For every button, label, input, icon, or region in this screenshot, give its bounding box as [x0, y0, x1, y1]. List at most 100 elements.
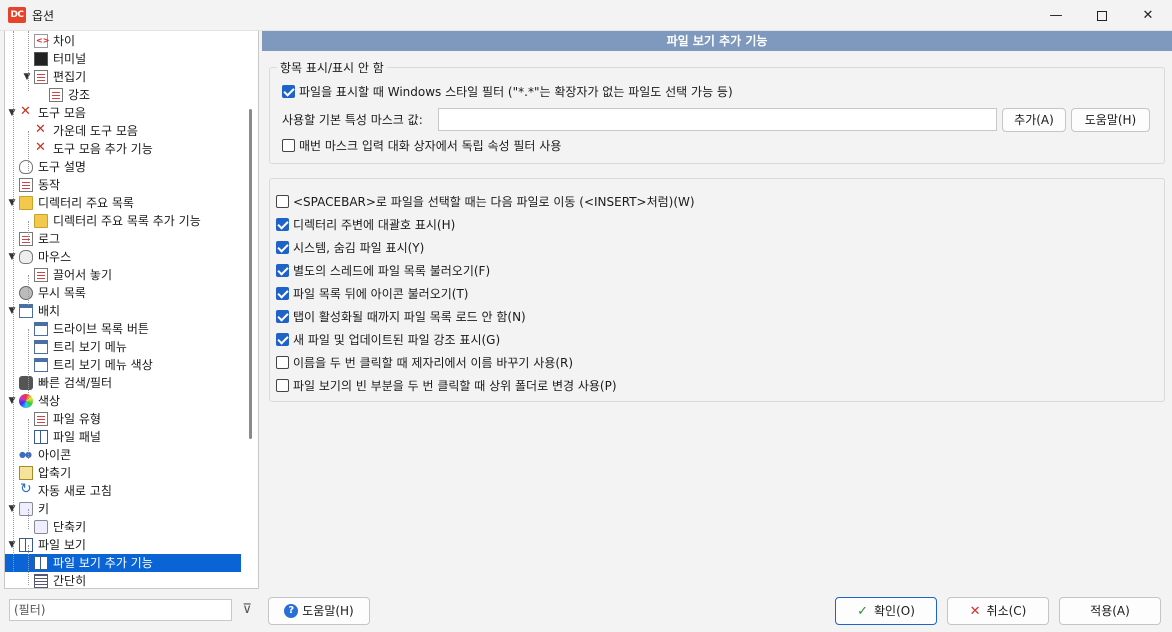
tree-item[interactable]: ▼ 도구 모음 — [5, 103, 241, 122]
tree-item[interactable]: 파일 패널 — [5, 428, 241, 446]
tree-item[interactable]: 간단히 — [5, 572, 241, 588]
tree-item[interactable]: 트리 보기 메뉴 색상 — [5, 356, 241, 374]
help-button[interactable]: ? 도움말(H) — [268, 597, 370, 625]
gear-icon — [19, 286, 33, 300]
option-checkbox[interactable] — [276, 241, 289, 254]
tree-item[interactable]: 디렉터리 주요 목록 추가 기능 — [5, 212, 241, 230]
document-icon — [19, 232, 33, 246]
mask-input[interactable] — [438, 108, 997, 131]
window-icon — [34, 322, 48, 336]
tree-item-label: 트리 보기 메뉴 — [53, 340, 127, 354]
window-icon — [34, 340, 48, 354]
cancel-button[interactable]: ✕ 취소(C) — [947, 597, 1049, 625]
tree-item-label: 간단히 — [53, 574, 87, 588]
tree-item[interactable]: 파일 유형 — [5, 410, 241, 428]
windows-filter-checkbox[interactable] — [282, 85, 295, 98]
document-icon — [34, 268, 48, 282]
tree-item[interactable]: 빠른 검색/필터 — [5, 374, 241, 392]
tree-item[interactable]: ▼ 편집기 — [5, 68, 241, 86]
tree-item[interactable]: ▼ 디렉터리 주요 목록 — [5, 194, 241, 212]
option-label: 파일 보기의 빈 부분을 두 번 클릭할 때 상위 폴더로 변경 사용(P) — [293, 379, 617, 393]
tree-guide-line — [28, 545, 29, 585]
option-label: 별도의 스레드에 파일 목록 불러오기(F) — [293, 264, 491, 278]
title-bar: DC 옵션 — ✕ — [0, 0, 1172, 31]
cancel-x-icon: ✕ — [969, 604, 981, 619]
tree-item-label: 파일 보기 추가 기능 — [53, 556, 153, 570]
tree-item[interactable]: 가운데 도구 모음 — [5, 121, 241, 140]
option-checkbox[interactable] — [276, 333, 289, 346]
option-checkbox[interactable] — [276, 287, 289, 300]
tree-item[interactable]: 무시 목록 — [5, 284, 241, 302]
tree-item[interactable]: 터미널 — [5, 50, 241, 68]
tree-item[interactable]: 아이콘 — [5, 446, 241, 464]
editor-icon — [34, 70, 48, 84]
add-button[interactable]: 추가(A) — [1002, 108, 1066, 132]
expand-chevron-icon[interactable]: ▼ — [7, 302, 17, 320]
tree-item[interactable]: 차이 — [5, 32, 241, 50]
expand-chevron-icon[interactable]: ▼ — [7, 248, 17, 266]
tree-filter-input[interactable]: (필터) — [9, 599, 232, 621]
tree-item[interactable]: 강조 — [5, 86, 241, 104]
tree-item[interactable]: 동작 — [5, 176, 241, 194]
window-title: 옵션 — [32, 9, 55, 23]
tree-item[interactable]: 파일 보기 추가 기능 — [5, 554, 241, 572]
minimize-button[interactable]: — — [1033, 0, 1079, 31]
tree-item-label: 디렉터리 주요 목록 추가 기능 — [53, 214, 201, 228]
binoculars-icon — [19, 376, 33, 390]
tree-item-label: 배치 — [38, 304, 61, 318]
tree-item[interactable]: 자동 새로 고침 — [5, 480, 241, 500]
option-checkbox[interactable] — [276, 195, 289, 208]
keyboard-icon — [19, 502, 33, 516]
expand-chevron-icon[interactable]: ▼ — [7, 194, 17, 212]
tree-item[interactable]: ▼ 배치 — [5, 302, 241, 320]
expand-chevron-icon[interactable]: ▼ — [7, 104, 17, 122]
mask-help-button[interactable]: 도움말(H) — [1071, 108, 1150, 132]
tree-guide-line — [28, 31, 29, 91]
expand-chevron-icon[interactable]: ▼ — [7, 392, 17, 410]
tools-icon — [34, 139, 48, 157]
option-checkbox[interactable] — [276, 379, 289, 392]
tree-item[interactable]: ▼ 파일 보기 — [5, 536, 241, 554]
tree-scrollbar[interactable] — [249, 109, 252, 439]
ok-button[interactable]: ✓ 확인(O) — [835, 597, 937, 625]
option-checkbox[interactable] — [276, 356, 289, 369]
tree-item[interactable]: 드라이브 목록 버튼 — [5, 320, 241, 338]
tree-item[interactable]: 도구 모음 추가 기능 — [5, 139, 241, 158]
option-label: 새 파일 및 업데이트된 파일 강조 표시(G) — [293, 333, 501, 347]
maximize-button[interactable] — [1079, 0, 1125, 31]
panel-icon — [34, 556, 48, 570]
option-checkbox[interactable] — [276, 264, 289, 277]
mouse-icon — [19, 250, 33, 264]
tree-item-label: 파일 패널 — [53, 430, 101, 444]
archive-icon — [19, 466, 33, 480]
option-checkbox[interactable] — [276, 218, 289, 231]
tree-item-label: 도구 모음 — [38, 106, 86, 120]
options-page: 파일 보기 추가 기능 항목 표시/표시 안 함 파일을 표시할 때 Windo… — [262, 31, 1172, 589]
tree-item[interactable]: ▼ 마우스 — [5, 248, 241, 266]
tree-item[interactable]: 로그 — [5, 230, 241, 248]
tree-item[interactable]: 끌어서 놓기 — [5, 266, 241, 284]
tree-item[interactable]: 단축키 — [5, 518, 241, 536]
expand-chevron-icon[interactable]: ▼ — [7, 536, 17, 554]
diff-icon — [34, 32, 49, 50]
expand-chevron-icon[interactable]: ▼ — [7, 500, 17, 518]
option-label: 탭이 활성화될 때까지 파일 목록 로드 안 함(N) — [293, 310, 526, 324]
apply-button[interactable]: 적용(A) — [1059, 597, 1161, 625]
refresh-icon — [19, 480, 33, 498]
filter-clear-icon[interactable]: ⊽ — [238, 601, 256, 619]
tree-item[interactable]: 도구 설명 — [5, 158, 241, 176]
options-tree[interactable]: 차이터미널 ▼ 편집기강조 ▼ 도구 모음가운데 도구 모음도구 모음 추가 기능도구 … — [4, 31, 259, 589]
close-button[interactable]: ✕ — [1125, 0, 1171, 31]
tree-item[interactable]: 트리 보기 메뉴 — [5, 338, 241, 356]
grid-icon — [34, 574, 48, 588]
tree-item[interactable]: ▼ 키 — [5, 500, 241, 518]
tree-item-label: 파일 보기 — [38, 538, 86, 552]
option-checkbox[interactable] — [276, 310, 289, 323]
tools-icon — [34, 121, 48, 139]
tree-item[interactable]: 압축기 — [5, 464, 241, 482]
expand-chevron-icon[interactable]: ▼ — [22, 68, 32, 86]
independent-filter-checkbox[interactable] — [282, 139, 295, 152]
tree-item-label: 강조 — [68, 88, 91, 102]
tree-item-label: 차이 — [53, 34, 76, 48]
tree-item[interactable]: ▼ 색상 — [5, 392, 241, 410]
